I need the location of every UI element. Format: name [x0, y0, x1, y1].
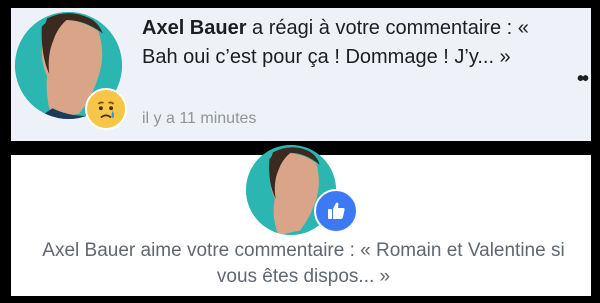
sad-reaction-icon — [85, 88, 127, 130]
notification-item-reaction[interactable]: Axel Bauer a réagi à votre commentaire :… — [11, 8, 591, 141]
more-options-icon[interactable]: •• — [577, 68, 589, 91]
notification-text: Axel Bauer a réagi à votre commentaire :… — [142, 14, 562, 72]
actor-name[interactable]: Axel Bauer — [142, 17, 247, 39]
timestamp: il y a 11 minutes — [142, 110, 257, 127]
notification-text: Axel Bauer aime votre commentaire : « Ro… — [42, 240, 565, 287]
notification-item-like[interactable]: Axel Bauer aime votre commentaire : « Ro… — [11, 145, 591, 296]
like-reaction-icon — [314, 189, 358, 233]
